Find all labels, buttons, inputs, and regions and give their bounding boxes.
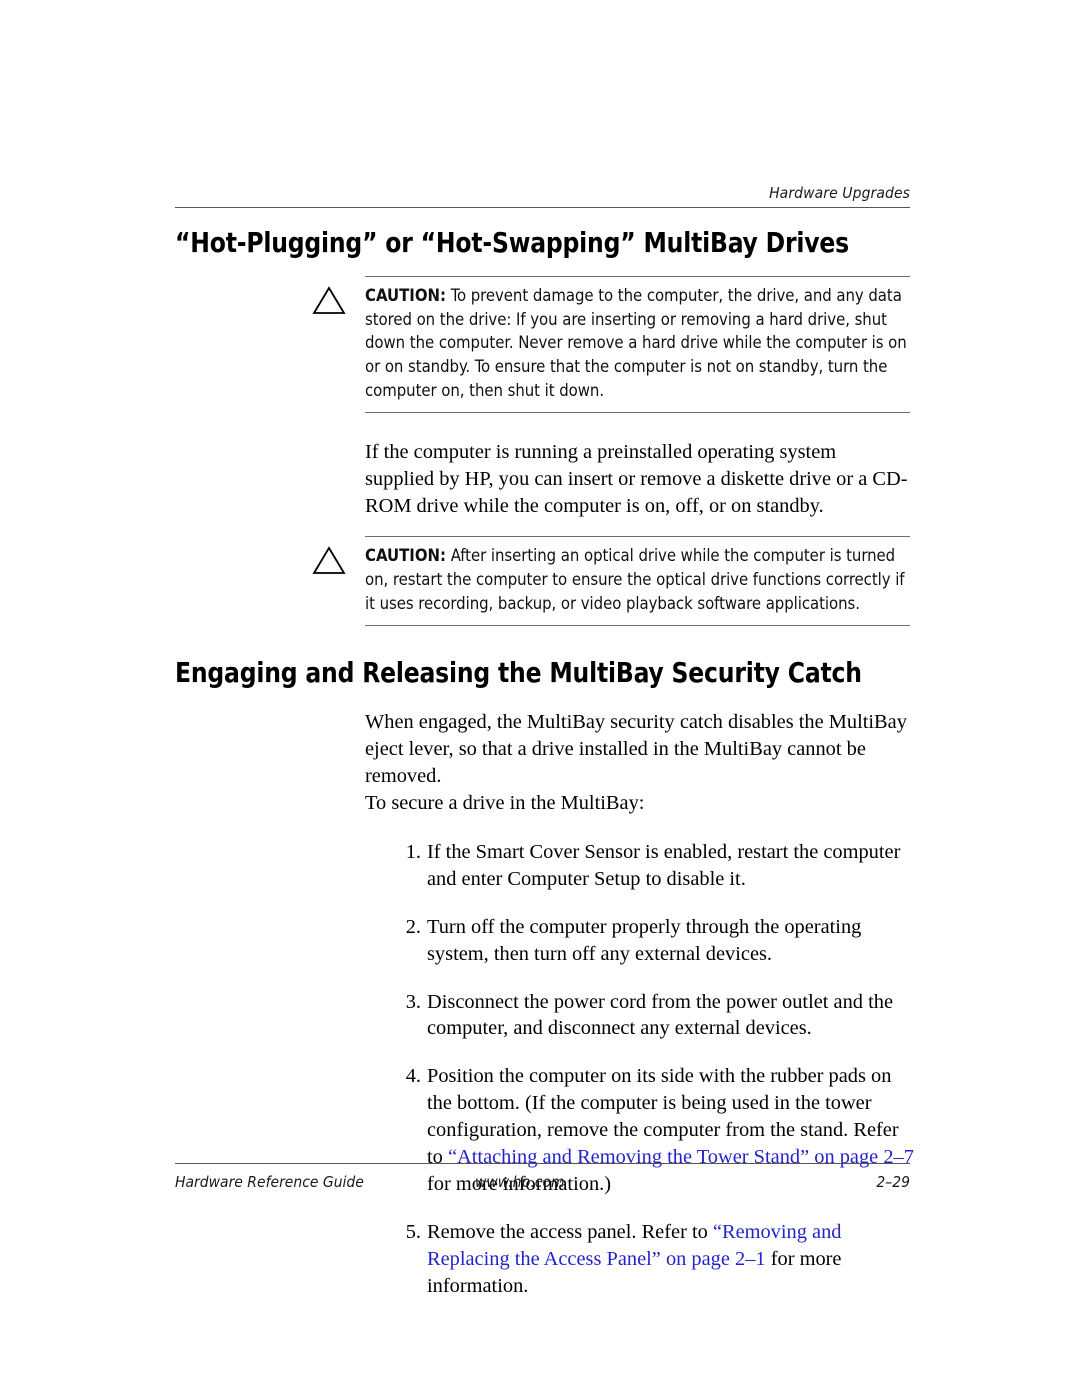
caution-label-2: CAUTION: bbox=[365, 545, 447, 565]
caution-rule-bottom bbox=[365, 412, 910, 414]
caution-block-2: CAUTION: After inserting an optical driv… bbox=[175, 535, 910, 626]
step-text: Turn off the computer properly through t… bbox=[427, 915, 862, 965]
list-item: 1. If the Smart Cover Sensor is enabled,… bbox=[397, 839, 917, 893]
caution-rule-bottom-2 bbox=[365, 624, 910, 626]
document-page: Hardware Upgrades “Hot-Plugging” or “Hot… bbox=[0, 0, 1080, 1397]
caution-text-2: CAUTION: After inserting an optical driv… bbox=[365, 544, 910, 616]
intro-paragraph-wrap: If the computer is running a preinstalle… bbox=[365, 439, 910, 520]
list-item: 5. Remove the access panel. Refer to “Rem… bbox=[397, 1219, 917, 1300]
running-header-title: Hardware Upgrades bbox=[769, 184, 910, 202]
step-number: 1. bbox=[405, 840, 421, 863]
running-header: Hardware Upgrades bbox=[175, 184, 910, 209]
caution-content-2: CAUTION: After inserting an optical driv… bbox=[312, 537, 910, 625]
section-2-heading-wrap: Engaging and Releasing the MultiBay Secu… bbox=[175, 656, 910, 690]
catch-intro-paragraph: When engaged, the MultiBay security catc… bbox=[365, 711, 907, 787]
page-title: “Hot-Plugging” or “Hot-Swapping” MultiBa… bbox=[175, 227, 849, 259]
step-text: If the Smart Cover Sensor is enabled, re… bbox=[427, 840, 901, 890]
intro-paragraph: If the computer is running a preinstalle… bbox=[365, 441, 908, 517]
steps-list-wrap: 1. If the Smart Cover Sensor is enabled,… bbox=[397, 839, 917, 1300]
step-number: 2. bbox=[405, 915, 421, 938]
caution-body-1: To prevent damage to the computer, the d… bbox=[365, 285, 907, 401]
steps-list: 1. If the Smart Cover Sensor is enabled,… bbox=[397, 839, 917, 1300]
section-heading-security-catch: Engaging and Releasing the MultiBay Secu… bbox=[175, 656, 862, 689]
caution-block-1: CAUTION: To prevent damage to the comput… bbox=[175, 275, 910, 414]
footer-rule bbox=[175, 1163, 910, 1164]
header-rule bbox=[175, 207, 910, 209]
list-item: 2. Turn off the computer properly throug… bbox=[397, 914, 917, 968]
step-text: Disconnect the power cord from the power… bbox=[427, 990, 893, 1040]
list-item: 3. Disconnect the power cord from the po… bbox=[397, 989, 917, 1043]
footer-page-number: 2–29 bbox=[876, 1173, 910, 1191]
caution-content-1: CAUTION: To prevent damage to the comput… bbox=[312, 277, 910, 412]
caution-label-1: CAUTION: bbox=[365, 285, 447, 305]
step-number: 5. bbox=[405, 1220, 421, 1243]
caution-text-1: CAUTION: To prevent damage to the comput… bbox=[365, 284, 910, 403]
caution-body-2: After inserting an optical drive while t… bbox=[365, 545, 905, 613]
footer-guide-title: Hardware Reference Guide bbox=[175, 1173, 364, 1191]
footer-website[interactable]: www.hp.com bbox=[475, 1173, 565, 1191]
page-footer: Hardware Reference Guide www.hp.com 2–29 bbox=[175, 1163, 910, 1195]
warning-triangle-icon bbox=[312, 546, 346, 575]
step-number: 4. bbox=[405, 1065, 421, 1088]
step-number: 3. bbox=[405, 990, 421, 1013]
footer-row: Hardware Reference Guide www.hp.com 2–29 bbox=[175, 1173, 910, 1195]
page-content: “Hot-Plugging” or “Hot-Swapping” MultiBa… bbox=[175, 227, 914, 1300]
secure-lead-paragraph: To secure a drive in the MultiBay: bbox=[365, 791, 645, 814]
warning-triangle-icon bbox=[312, 285, 346, 315]
step-text-before: Remove the access panel. Refer to bbox=[427, 1220, 713, 1243]
catch-intro-wrap: When engaged, the MultiBay security catc… bbox=[365, 709, 910, 817]
